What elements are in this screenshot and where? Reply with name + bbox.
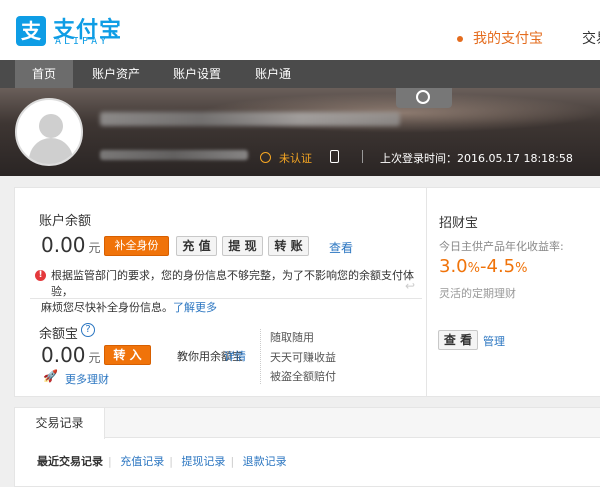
yield-rate: 3.0%-4.5% xyxy=(439,256,528,277)
more-finance-link[interactable]: 更多理财 xyxy=(65,371,109,387)
view-zhaocaibao-button[interactable]: 查 看 xyxy=(438,330,478,350)
nav-transactions[interactable]: 交易 xyxy=(582,28,600,48)
rocket-icon: 🚀 xyxy=(43,369,58,383)
username-blurred xyxy=(100,112,400,126)
zhaocaibao-subtitle: 今日主供产品年化收益率: xyxy=(439,240,564,253)
verification-status[interactable]: 未认证 xyxy=(260,150,312,166)
tab-account-link[interactable]: 账户通 xyxy=(246,60,300,88)
tab-assets[interactable]: 账户资产 xyxy=(84,60,148,88)
zhaocaibao-title: 招财宝 xyxy=(439,216,479,231)
tab-transactions[interactable]: 交易记录 xyxy=(15,408,105,439)
account-blurred xyxy=(100,150,248,160)
transactions-panel: 交易记录 最近交易记录 | 充值记录 | 提现记录 | 退款记录 xyxy=(14,407,600,487)
recent-transactions[interactable]: 最近交易记录 xyxy=(37,455,103,468)
alarm-clock-icon xyxy=(416,90,430,104)
phone-icon[interactable] xyxy=(330,150,339,163)
transaction-filters: 最近交易记录 | 充值记录 | 提现记录 | 退款记录 xyxy=(37,455,287,468)
yuebao-amount: 0.00 元 xyxy=(41,343,101,367)
yuebao-feature: 被盗全额赔付 xyxy=(270,370,336,383)
avatar[interactable] xyxy=(15,98,83,166)
view-balance-link[interactable]: 查看 xyxy=(329,239,353,256)
profile-banner: 未认证 上次登录时间：2016.05.17 18:18:58 xyxy=(0,88,600,176)
last-login-time: 上次登录时间：2016.05.17 18:18:58 xyxy=(380,152,573,165)
yuebao-details-link[interactable]: 详情 xyxy=(224,348,246,364)
alert-icon: ! xyxy=(35,270,46,281)
yuebao-feature: 天天可赚收益 xyxy=(270,351,336,364)
active-dot-icon xyxy=(457,36,463,42)
complete-id-button[interactable]: 补全身份 xyxy=(104,236,169,256)
balance-panel: 账户余额 0.00 元 补全身份 充 值 提 现 转 账 查看 ! 根据监管部门的… xyxy=(14,187,426,397)
alarm-tab[interactable] xyxy=(396,88,452,108)
header: 支 支付宝 ALIPAY 我的支付宝 交易 xyxy=(0,0,600,60)
withdraw-button[interactable]: 提 现 xyxy=(222,236,263,256)
withdraw-records-link[interactable]: 提现记录 xyxy=(181,455,225,468)
transfer-button[interactable]: 转 账 xyxy=(268,236,309,256)
sub-nav: 首页 账户资产 账户设置 账户通 xyxy=(0,60,600,88)
tab-settings[interactable]: 账户设置 xyxy=(165,60,229,88)
yuebao-feature: 随取随用 xyxy=(270,331,314,344)
zhaocaibao-note: 灵活的定期理财 xyxy=(439,287,516,300)
identity-warning: ! 根据监管部门的要求，您的身份信息不够完整，为了不影响您的余额支付体验， 麻烦… xyxy=(35,268,415,316)
recharge-records-link[interactable]: 充值记录 xyxy=(120,455,164,468)
transfer-in-button[interactable]: 转 入 xyxy=(104,345,151,365)
nav-my-alipay[interactable]: 我的支付宝 xyxy=(457,28,543,48)
balance-amount: 0.00 元 xyxy=(41,233,101,257)
yuebao-title: 余额宝 xyxy=(39,327,79,342)
return-arrow-icon[interactable]: ↩ xyxy=(405,279,415,293)
learn-more-link[interactable]: 了解更多 xyxy=(173,301,217,314)
help-icon[interactable]: ? xyxy=(81,323,95,337)
user-badge-icon xyxy=(260,152,271,163)
zhaocaibao-panel: 招财宝 今日主供产品年化收益率: 3.0%-4.5% 灵活的定期理财 查 看 管… xyxy=(426,187,600,397)
refund-records-link[interactable]: 退款记录 xyxy=(243,455,287,468)
recharge-button[interactable]: 充 值 xyxy=(176,236,217,256)
alipay-logo-icon[interactable]: 支 xyxy=(16,16,46,46)
manage-link[interactable]: 管理 xyxy=(483,333,505,349)
tab-home[interactable]: 首页 xyxy=(15,60,73,88)
brand-name-en: ALIPAY xyxy=(55,36,110,47)
balance-title: 账户余额 xyxy=(39,214,92,229)
